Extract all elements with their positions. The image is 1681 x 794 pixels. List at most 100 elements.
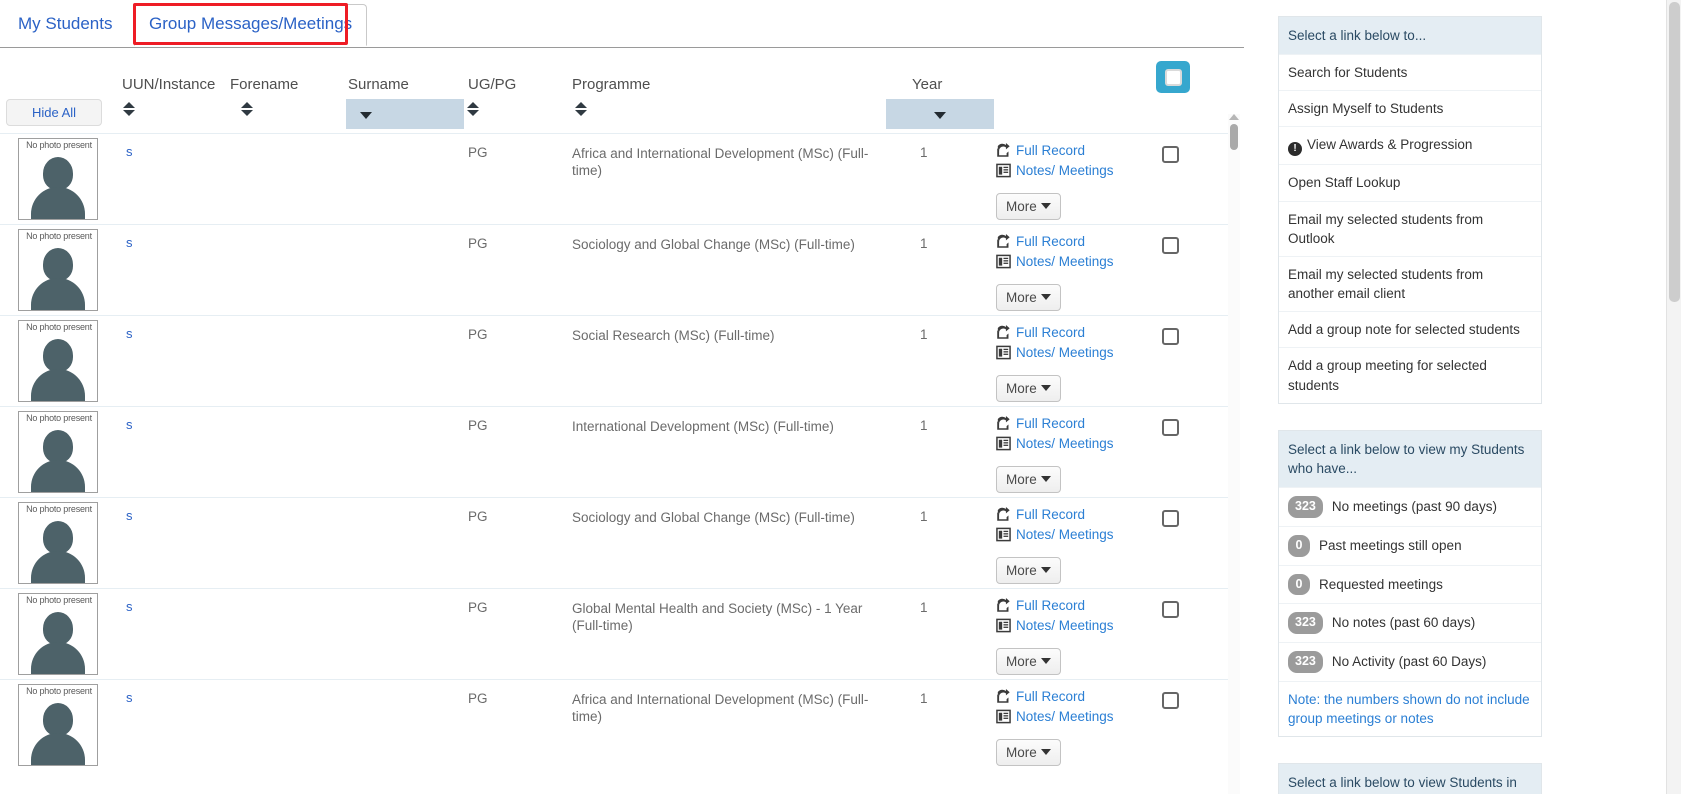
header-year: Year xyxy=(912,76,943,93)
tab-bar: My Students Group Messages/Meetings xyxy=(0,0,1244,48)
header-forename: Forename xyxy=(230,76,299,93)
full-record-link[interactable]: Full Record xyxy=(996,506,1138,525)
uun-link[interactable]: s xyxy=(126,144,226,159)
filter-surname-dropdown[interactable] xyxy=(346,99,464,129)
quick-link-item[interactable]: Add a group note for selected students xyxy=(1279,311,1541,347)
cell-forename xyxy=(226,314,338,406)
my-students-filter-item[interactable]: 323 No meetings (past 90 days) xyxy=(1279,487,1541,526)
notes-meetings-link[interactable]: Notes/ Meetings xyxy=(996,436,1138,454)
notes-meetings-link[interactable]: Notes/ Meetings xyxy=(996,527,1138,545)
row-select-checkbox[interactable] xyxy=(1162,509,1179,527)
hide-all-button[interactable]: Hide All xyxy=(6,99,102,126)
person-silhouette-icon xyxy=(43,520,73,554)
uun-link[interactable]: s xyxy=(126,326,226,341)
tab-my-students[interactable]: My Students xyxy=(6,6,125,44)
full-record-link[interactable]: Full Record xyxy=(996,688,1138,707)
table-scrollbar-thumb[interactable] xyxy=(1230,124,1238,150)
ug-pg-value: PG xyxy=(468,417,488,433)
row-select-checkbox[interactable] xyxy=(1162,418,1179,436)
year-value: 1 xyxy=(920,508,928,524)
window-scrollbar-thumb[interactable] xyxy=(1669,2,1680,302)
chevron-down-icon xyxy=(1040,566,1051,573)
more-button[interactable]: More xyxy=(996,556,1061,584)
quick-link-item[interactable]: Email my selected students from Outlook xyxy=(1279,200,1541,256)
cell-select xyxy=(1138,678,1232,770)
cell-ugpg: PG xyxy=(456,496,558,588)
cell-actions: Full Record Notes/ Meetings More xyxy=(996,132,1138,224)
row-select-checkbox[interactable] xyxy=(1162,327,1179,345)
cell-programme: Sociology and Global Change (MSc) (Full-… xyxy=(558,496,886,588)
surname-value xyxy=(338,225,456,236)
table-row: No photo present s PG Global Mental Health … xyxy=(0,587,1232,679)
table-row: No photo present s PG Sociology and Global … xyxy=(0,223,1232,315)
window-scrollbar[interactable] xyxy=(1666,0,1681,794)
table-scrollbar[interactable] xyxy=(1228,114,1240,794)
sort-forename-icon[interactable] xyxy=(240,102,253,116)
notes-meetings-link[interactable]: Notes/ Meetings xyxy=(996,709,1138,727)
cell-uun: s xyxy=(108,496,226,588)
quick-link-item[interactable]: ! View Awards & Progression xyxy=(1279,126,1541,164)
cell-year: 1 xyxy=(886,223,996,315)
cell-uun: s xyxy=(108,132,226,224)
full-record-label: Full Record xyxy=(1016,597,1086,613)
sort-ug-pg-icon[interactable] xyxy=(466,102,479,116)
my-students-filter-item[interactable]: 0 Requested meetings xyxy=(1279,564,1541,604)
notes-meetings-link[interactable]: Notes/ Meetings xyxy=(996,163,1138,181)
photo-caption: No photo present xyxy=(26,139,92,150)
more-button[interactable]: More xyxy=(996,283,1061,311)
quick-link-item[interactable]: Add a group meeting for selected student… xyxy=(1279,347,1541,402)
row-select-checkbox[interactable] xyxy=(1162,236,1179,254)
my-students-filter-item[interactable]: 0 Past meetings still open xyxy=(1279,525,1541,565)
cell-photo: No photo present xyxy=(0,587,108,679)
full-record-link[interactable]: Full Record xyxy=(996,324,1138,343)
filter-year-dropdown[interactable] xyxy=(886,99,994,129)
cell-select xyxy=(1138,223,1232,315)
row-actions: Full Record Notes/ Meetings More xyxy=(996,134,1138,220)
cell-ugpg: PG xyxy=(456,223,558,315)
notes-meetings-link[interactable]: Notes/ Meetings xyxy=(996,254,1138,272)
uun-link[interactable]: s xyxy=(126,599,226,614)
row-select-checkbox[interactable] xyxy=(1162,145,1179,163)
row-actions: Full Record Notes/ Meetings More xyxy=(996,498,1138,584)
more-button[interactable]: More xyxy=(996,647,1061,675)
row-select-checkbox[interactable] xyxy=(1162,691,1179,709)
chevron-down-icon xyxy=(934,112,946,119)
cell-actions: Full Record Notes/ Meetings More xyxy=(996,405,1138,497)
cell-surname xyxy=(338,587,456,679)
uun-link[interactable]: s xyxy=(126,508,226,523)
full-record-link[interactable]: Full Record xyxy=(996,597,1138,616)
more-button[interactable]: More xyxy=(996,192,1061,220)
quick-link-item[interactable]: Open Staff Lookup xyxy=(1279,164,1541,200)
notes-meetings-label: Notes/ Meetings xyxy=(1016,162,1114,178)
sort-uun-instance-icon[interactable] xyxy=(122,102,135,116)
select-all-button[interactable] xyxy=(1156,61,1190,93)
forename-value xyxy=(226,134,338,145)
more-button[interactable]: More xyxy=(996,738,1061,766)
header-ug-pg: UG/PG xyxy=(468,76,517,93)
uun-link[interactable]: s xyxy=(126,690,226,705)
full-record-link[interactable]: Full Record xyxy=(996,142,1138,161)
cell-photo: No photo present xyxy=(0,496,108,588)
tab-group-messages-meetings[interactable]: Group Messages/Meetings xyxy=(134,4,368,46)
year-value: 1 xyxy=(920,235,928,251)
row-select-checkbox[interactable] xyxy=(1162,600,1179,618)
notes-meetings-link[interactable]: Notes/ Meetings xyxy=(996,618,1138,636)
quick-link-item[interactable]: Email my selected students from another … xyxy=(1279,255,1541,311)
scroll-up-arrow-icon[interactable] xyxy=(1229,114,1239,120)
quick-link-item[interactable]: Assign Myself to Students xyxy=(1279,90,1541,126)
surname-value xyxy=(338,316,456,327)
filter-label: Past meetings still open xyxy=(1319,537,1462,553)
photo-caption: No photo present xyxy=(26,412,92,423)
quick-link-item[interactable]: Search for Students xyxy=(1279,54,1541,90)
full-record-link[interactable]: Full Record xyxy=(996,415,1138,434)
uun-link[interactable]: s xyxy=(126,235,226,250)
panel-my-students-note[interactable]: Note: the numbers shown do not include g… xyxy=(1279,680,1541,736)
more-button[interactable]: More xyxy=(996,465,1061,493)
my-students-filter-item[interactable]: 323 No notes (past 60 days) xyxy=(1279,603,1541,642)
my-students-filter-item[interactable]: 323 No Activity (past 60 Days) xyxy=(1279,642,1541,681)
full-record-link[interactable]: Full Record xyxy=(996,233,1138,252)
notes-meetings-link[interactable]: Notes/ Meetings xyxy=(996,345,1138,363)
more-button[interactable]: More xyxy=(996,374,1061,402)
sort-programme-icon[interactable] xyxy=(574,102,587,116)
uun-link[interactable]: s xyxy=(126,417,226,432)
